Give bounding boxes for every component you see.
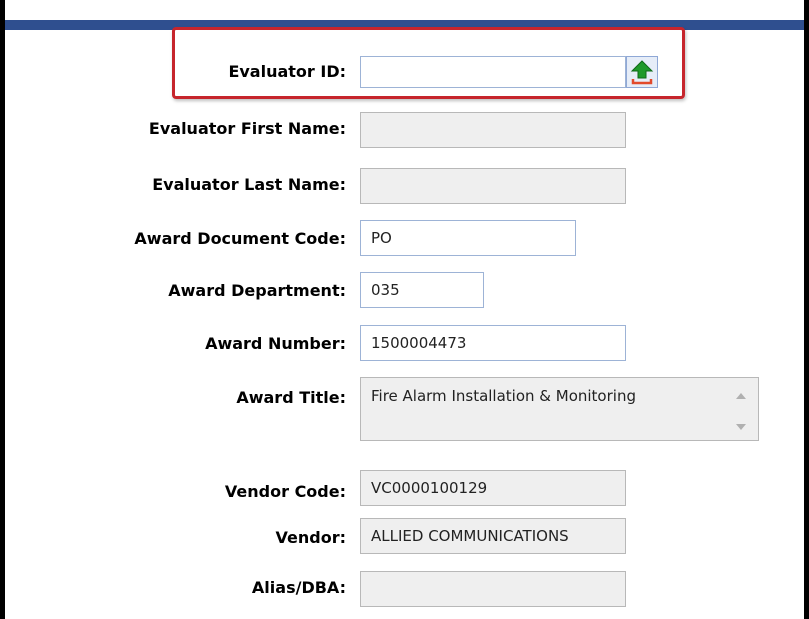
evaluator-id-label: Evaluator ID:	[228, 62, 346, 81]
award-title-label: Award Title:	[236, 388, 346, 407]
award-department-input[interactable]: 035	[360, 272, 484, 308]
evaluator-first-name-label: Evaluator First Name:	[148, 119, 346, 138]
evaluator-last-name-label: Evaluator Last Name:	[152, 175, 346, 194]
scroll-down-icon[interactable]	[736, 424, 746, 430]
award-department-label: Award Department:	[168, 281, 346, 300]
header-bar	[5, 0, 804, 30]
scroll-up-icon[interactable]	[736, 393, 746, 399]
vendor-code-label: Vendor Code:	[224, 482, 346, 501]
window-right-border	[804, 0, 809, 619]
alias-dba-field	[360, 571, 626, 607]
vendor-label: Vendor:	[275, 528, 346, 547]
evaluator-last-name-field	[360, 168, 626, 204]
alias-dba-label: Alias/DBA:	[251, 578, 346, 597]
evaluator-first-name-field	[360, 112, 626, 148]
vendor-code-field: VC0000100129	[360, 470, 626, 506]
award-number-label: Award Number:	[205, 334, 346, 353]
form-window: Evaluator ID: Evaluator First Name: Eval…	[0, 0, 809, 619]
award-title-textarea[interactable]: Fire Alarm Installation & Monitoring	[360, 377, 759, 441]
upload-arrow-icon	[630, 60, 654, 85]
award-number-input[interactable]: 1500004473	[360, 325, 626, 361]
award-document-code-label: Award Document Code:	[134, 229, 346, 248]
evaluator-id-input[interactable]	[360, 56, 626, 88]
vendor-field: ALLIED COMMUNICATIONS	[360, 518, 626, 554]
window-left-border	[0, 0, 5, 619]
evaluator-lookup-button[interactable]	[626, 56, 658, 88]
award-document-code-input[interactable]: PO	[360, 220, 576, 256]
